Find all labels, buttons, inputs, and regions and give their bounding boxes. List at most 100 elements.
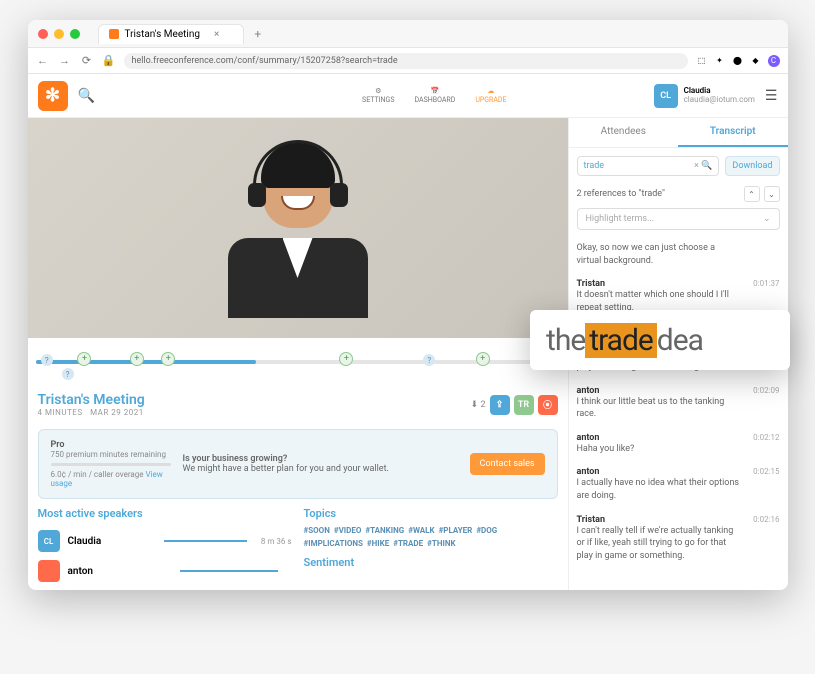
transcript-entry[interactable]: Tristan0:02:16I can't really tell if we'…	[577, 509, 780, 569]
download-transcript-button[interactable]: Download	[725, 156, 779, 176]
entry-timestamp: 0:02:16	[753, 515, 779, 524]
timeline-marker-icon[interactable]: ?	[423, 354, 435, 366]
timeline[interactable]: ? + + + ? + ? +	[28, 338, 568, 388]
highlight-terms-input[interactable]: Highlight terms... ⌄	[577, 208, 780, 230]
entry-text: I actually have no idea what their optio…	[577, 477, 780, 502]
entry-text: I can't really tell if we're actually ta…	[577, 525, 780, 563]
avatar: CL	[654, 84, 678, 108]
transcript-search-input[interactable]: trade × 🔍	[577, 156, 720, 176]
entry-speaker: anton	[577, 433, 780, 443]
speaker-row[interactable]: anton	[38, 556, 292, 586]
transcript-entry[interactable]: anton0:02:15I actually have no idea what…	[577, 461, 780, 508]
usage-bar	[51, 463, 171, 466]
entry-timestamp: 0:02:09	[753, 386, 779, 395]
entry-text: Haha you like?	[577, 443, 780, 456]
cloud-up-icon: ☁	[487, 87, 494, 95]
calendar-icon: 📅	[431, 87, 440, 95]
topic-tag[interactable]: #WALK	[408, 526, 434, 535]
sentiment-heading: Sentiment	[304, 556, 558, 569]
app-header: ✻ 🔍 ⚙SETTINGS 📅DASHBOARD ☁UPGRADE CL Cla…	[28, 74, 788, 118]
nav-upgrade[interactable]: ☁UPGRADE	[475, 87, 506, 104]
new-tab-icon[interactable]: +	[254, 27, 261, 41]
topic-tag[interactable]: #IMPLICATIONS	[304, 539, 363, 548]
entry-speaker: Tristan	[577, 279, 780, 289]
clear-search-icon[interactable]: × 🔍	[694, 161, 712, 171]
topic-tag[interactable]: #VIDEO	[334, 526, 362, 535]
topic-tag[interactable]: #THINK	[427, 539, 455, 548]
entry-text: Okay, so now we can just choose a virtua…	[577, 242, 780, 267]
chevron-down-icon: ⌄	[763, 214, 771, 224]
search-result-count: 2 references to "trade"	[577, 189, 665, 199]
entry-speaker: Tristan	[577, 515, 780, 525]
transcript-entry[interactable]: Okay, so now we can just choose a virtua…	[577, 236, 780, 273]
minimize-window-icon[interactable]	[54, 29, 64, 39]
download-count[interactable]: ⬇ 2	[471, 400, 486, 410]
nav-dashboard[interactable]: 📅DASHBOARD	[414, 87, 455, 104]
upgrade-banner: Pro 750 premium minutes remaining 6.0¢ /…	[38, 429, 558, 499]
url-field[interactable]: hello.freeconference.com/conf/summary/15…	[124, 53, 688, 69]
entry-speaker: anton	[577, 386, 780, 396]
transcript-entry[interactable]: anton0:02:12Haha you like?	[577, 427, 780, 462]
close-tab-icon[interactable]: ×	[214, 29, 219, 40]
transcript-list[interactable]: Okay, so now we can just choose a virtua…	[569, 236, 788, 590]
promo-sub: We might have a better plan for you and …	[183, 464, 458, 474]
highlighted-term: trade	[585, 323, 657, 358]
timeline-add-icon[interactable]: +	[476, 352, 490, 366]
prev-result-icon[interactable]: ⌃	[744, 186, 760, 202]
record-icon[interactable]: ⦿	[538, 395, 558, 415]
search-icon[interactable]: 🔍	[78, 88, 95, 104]
tr-badge[interactable]: TR	[514, 395, 534, 415]
timeline-add-icon[interactable]: +	[339, 352, 353, 366]
profile-icon[interactable]: C	[768, 55, 780, 67]
topic-tag[interactable]: #HIKE	[367, 539, 389, 548]
menu-icon[interactable]: ☰	[765, 88, 778, 104]
topic-tag[interactable]: #TRADE	[393, 539, 423, 548]
meeting-title: Tristan's Meeting	[38, 392, 145, 408]
share-button[interactable]: ⇪	[490, 395, 510, 415]
timeline-marker-icon[interactable]: ?	[62, 368, 74, 380]
speakers-heading: Most active speakers	[38, 507, 292, 520]
maximize-window-icon[interactable]	[70, 29, 80, 39]
browser-tab[interactable]: Tristan's Meeting ×	[98, 24, 245, 44]
topics-heading: Topics	[304, 507, 558, 520]
forward-icon[interactable]: →	[58, 54, 72, 68]
speaker-name: anton	[68, 566, 166, 577]
transcript-entry[interactable]: anton0:02:09I think our little beat us t…	[577, 380, 780, 427]
highlight-callout: the trade dea	[530, 310, 790, 370]
reload-icon[interactable]: ⟳	[80, 54, 94, 68]
entry-timestamp: 0:02:12	[753, 433, 779, 442]
next-result-icon[interactable]: ⌄	[764, 186, 780, 202]
extensions-tray: ⬚ ✦ ⬤ ◆ C	[696, 55, 780, 67]
app-logo-icon[interactable]: ✻	[38, 81, 68, 111]
entry-speaker: anton	[577, 467, 780, 477]
ext-icon[interactable]: ⬚	[696, 55, 708, 67]
ext-icon[interactable]: ⬤	[732, 55, 744, 67]
entry-timestamp: 0:02:15	[753, 467, 779, 476]
gear-icon: ⚙	[375, 87, 381, 95]
topic-tag[interactable]: #SOON	[304, 526, 330, 535]
address-bar: ← → ⟳ 🔒 hello.freeconference.com/conf/su…	[28, 48, 788, 74]
timeline-add-icon[interactable]: +	[130, 352, 144, 366]
tab-favicon-icon	[109, 29, 119, 39]
tab-attendees[interactable]: Attendees	[569, 118, 679, 147]
entry-timestamp: 0:01:37	[753, 279, 779, 288]
topic-tag[interactable]: #PLAYER	[439, 526, 473, 535]
topic-tag[interactable]: #TANKING	[365, 526, 404, 535]
ext-icon[interactable]: ◆	[750, 55, 762, 67]
promo-headline: Is your business growing?	[183, 454, 458, 464]
close-window-icon[interactable]	[38, 29, 48, 39]
speaker-row[interactable]: CLClaudia8 m 36 s	[38, 526, 292, 556]
lock-icon: 🔒	[102, 54, 116, 68]
timeline-marker-icon[interactable]: ?	[41, 354, 53, 366]
video-thumbnail[interactable]	[28, 118, 568, 338]
user-menu[interactable]: CL Claudia claudia@iotum.com	[654, 84, 755, 108]
entry-text: I think our little beat us to the tankin…	[577, 396, 780, 421]
contact-sales-button[interactable]: Contact sales	[470, 453, 545, 475]
avatar: CL	[38, 530, 60, 552]
tab-transcript[interactable]: Transcript	[678, 118, 788, 147]
timeline-progress	[36, 360, 256, 364]
back-icon[interactable]: ←	[36, 54, 50, 68]
ext-icon[interactable]: ✦	[714, 55, 726, 67]
nav-settings[interactable]: ⚙SETTINGS	[362, 87, 394, 104]
topic-tag[interactable]: #DOG	[476, 526, 497, 535]
